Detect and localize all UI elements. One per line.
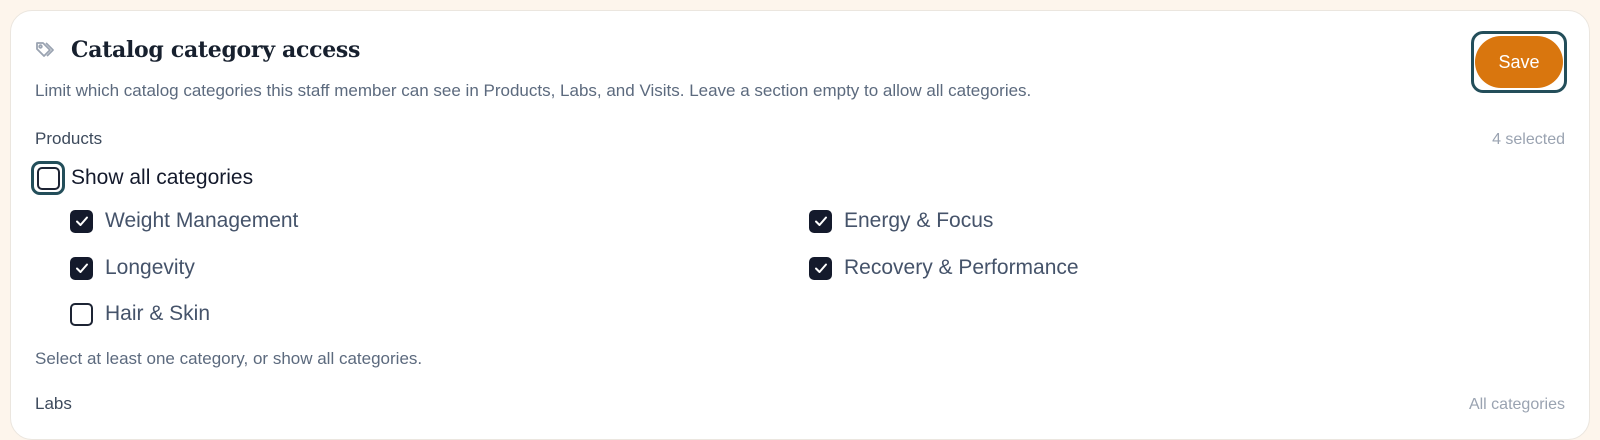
check-icon — [814, 216, 827, 226]
products-selected-count: 4 selected — [1492, 131, 1565, 148]
show-all-categories-toggle[interactable]: Show all categories — [31, 161, 253, 195]
category-label: Energy & Focus — [844, 209, 994, 232]
products-validation-hint: Select at least one category, or show al… — [35, 349, 423, 368]
category-label: Hair & Skin — [105, 302, 211, 325]
category-label: Recovery & Performance — [844, 256, 1079, 279]
card-header: Catalog category access — [35, 37, 360, 63]
save-button[interactable]: Save — [1475, 36, 1563, 88]
category-checkbox[interactable] — [809, 209, 832, 233]
card-description: Limit which catalog categories this staf… — [35, 81, 1032, 100]
check-icon — [75, 263, 88, 273]
save-button-focus-ring: Save — [1471, 31, 1567, 93]
category-recovery-performance[interactable]: Recovery & Performance — [809, 256, 1079, 280]
category-checkbox[interactable] — [809, 256, 832, 280]
check-icon — [814, 263, 827, 273]
category-hair-skin[interactable]: Hair & Skin — [70, 302, 210, 326]
category-label: Longevity — [105, 256, 195, 279]
tag-icon — [35, 39, 61, 61]
check-icon — [75, 216, 88, 226]
show-all-focus-ring — [31, 161, 65, 195]
category-energy-focus[interactable]: Energy & Focus — [809, 209, 993, 233]
labs-selected-count: All categories — [1468, 396, 1565, 413]
show-all-checkbox[interactable] — [36, 166, 60, 190]
show-all-label: Show all categories — [71, 166, 254, 189]
catalog-access-card: Catalog category access Limit which cata… — [10, 10, 1590, 440]
category-checkbox[interactable] — [70, 302, 93, 326]
category-label: Weight Management — [105, 209, 299, 232]
card-title: Catalog category access — [71, 37, 361, 63]
products-section-label: Products — [35, 129, 103, 148]
category-weight-management[interactable]: Weight Management — [70, 209, 298, 233]
category-checkbox[interactable] — [70, 209, 93, 233]
labs-section-label: Labs — [35, 394, 72, 413]
category-checkbox[interactable] — [70, 256, 93, 280]
category-longevity[interactable]: Longevity — [70, 256, 195, 280]
